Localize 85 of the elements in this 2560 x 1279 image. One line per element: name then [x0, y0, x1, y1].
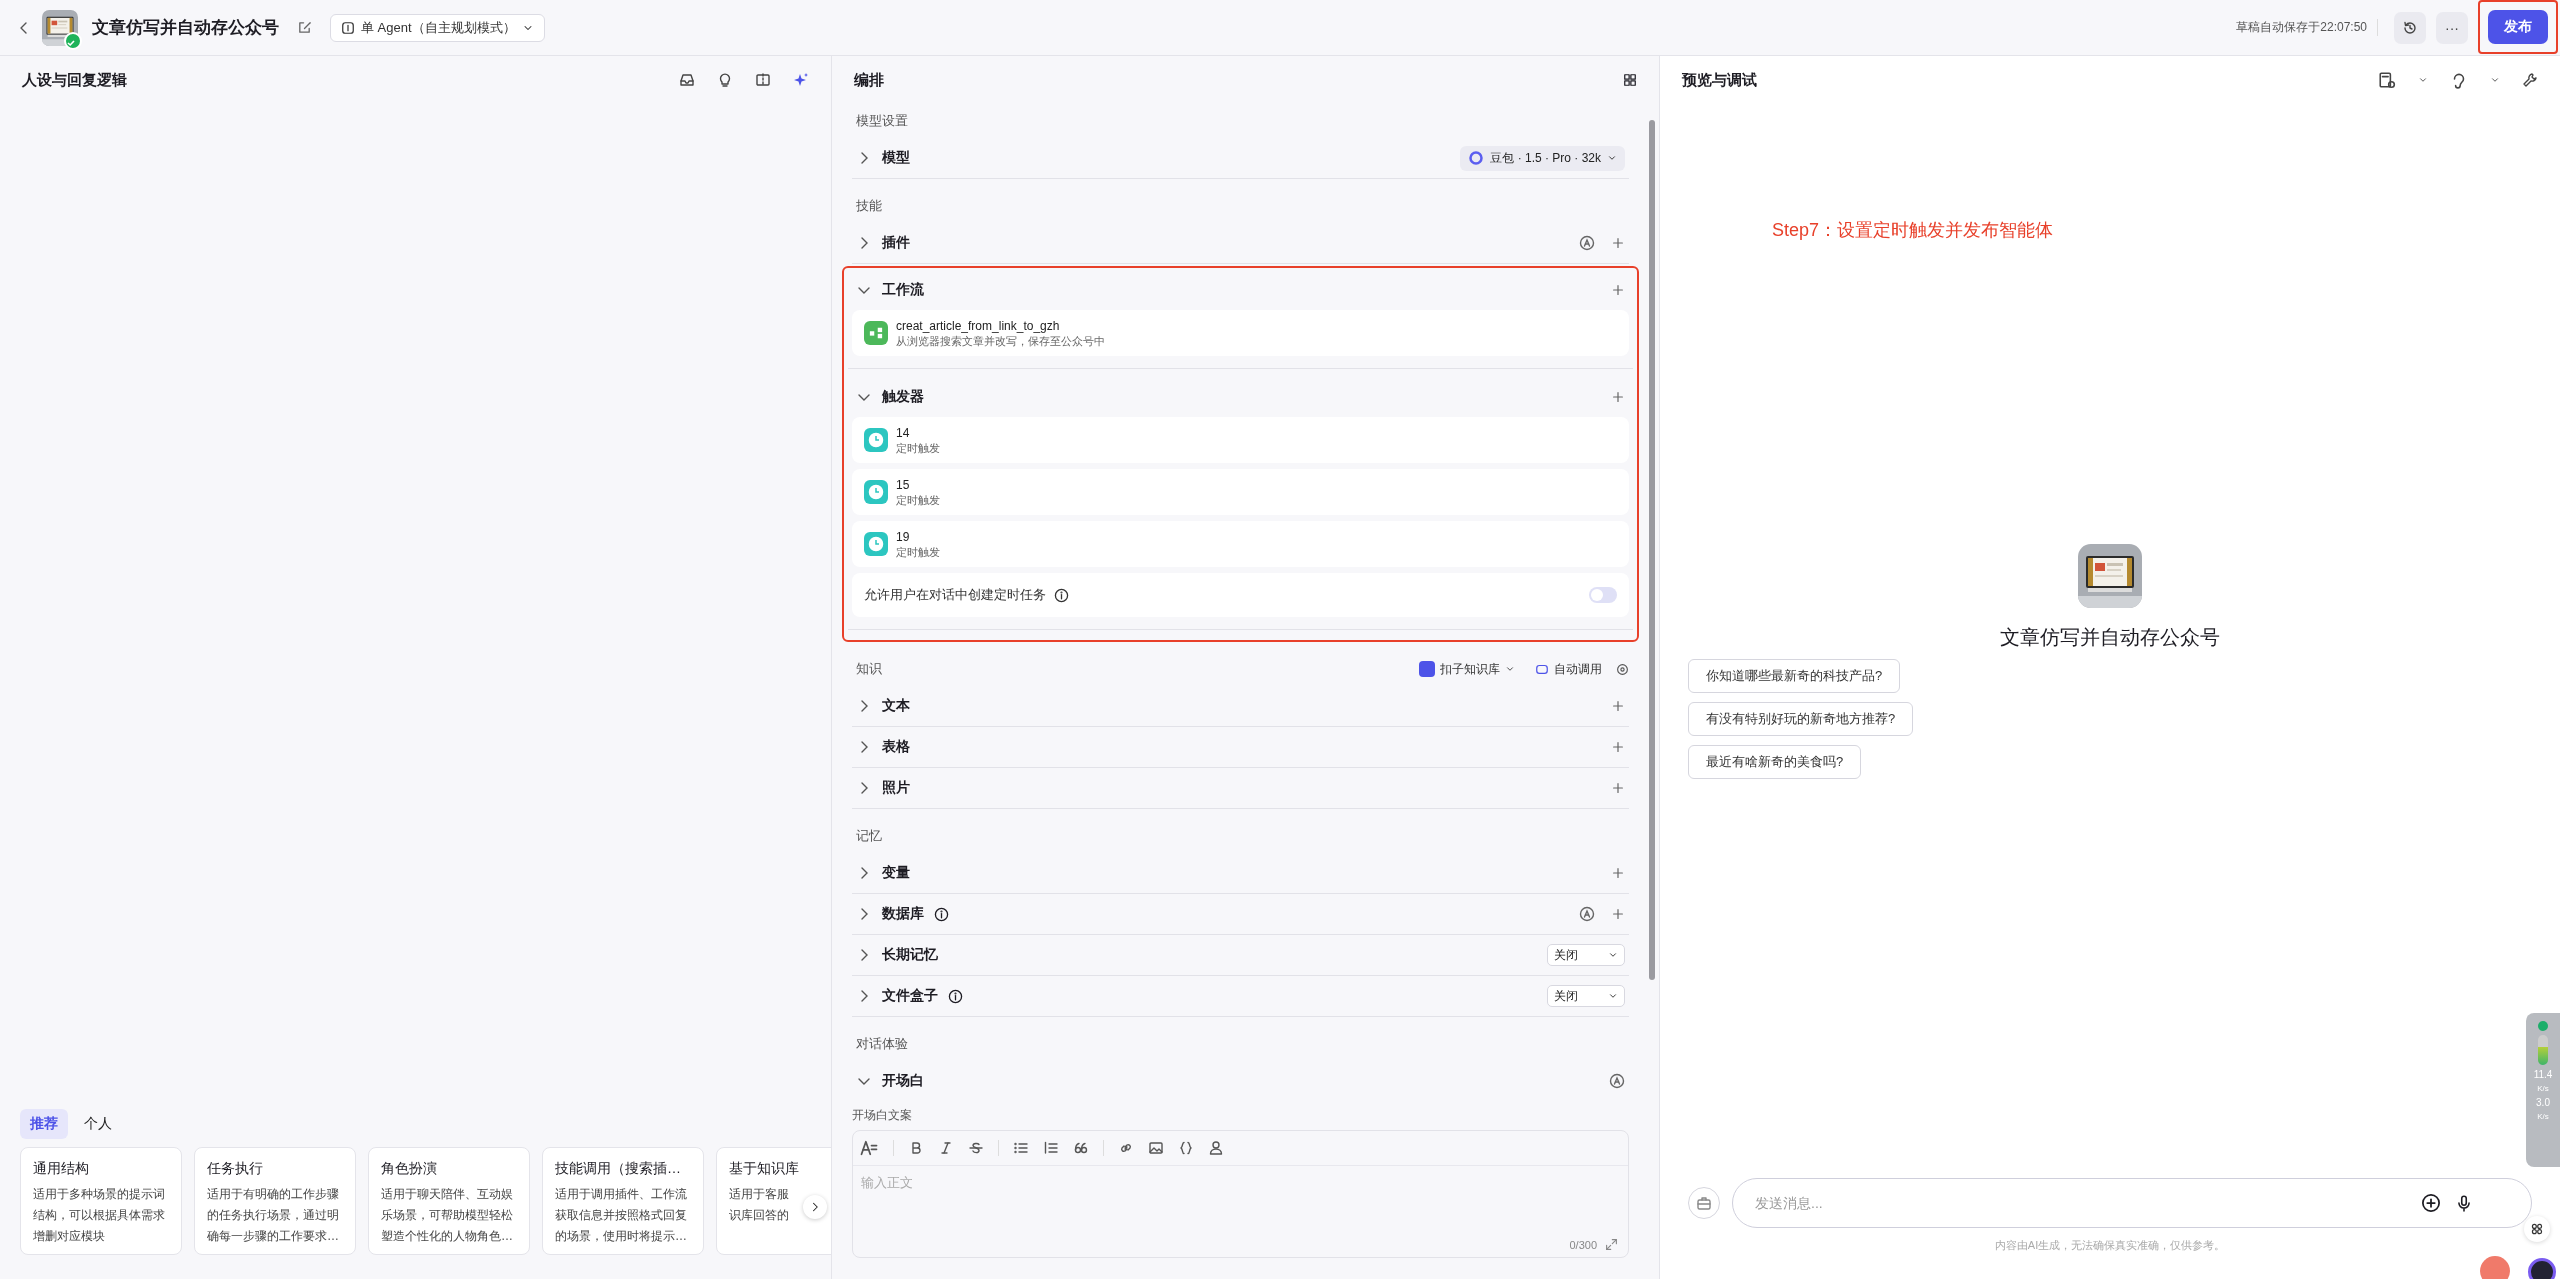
panel-title: 人设与回复逻辑 — [22, 70, 128, 90]
row-label: 触发器 — [882, 388, 924, 406]
panel-title: 编排 — [854, 70, 885, 90]
select-dropdown[interactable]: 关闭 — [1547, 985, 1625, 1007]
entry-name: 19 — [896, 528, 911, 545]
template-description: 适用于调用插件、工作流 — [555, 1186, 687, 1203]
suggested-question[interactable]: 你知道哪些最新奇的科技产品? — [1688, 659, 1901, 693]
trigger-card[interactable]: 19 定时触发 — [852, 521, 1629, 567]
template-title: 角色扮演 — [381, 1160, 438, 1178]
entry-name: 15 — [896, 476, 911, 493]
save-status: 草稿自动保存于22:07:50 — [2236, 19, 2378, 36]
template-title: 任务执行 — [207, 1160, 264, 1178]
row-label: 文本 — [882, 697, 910, 715]
template-description: 结构，可以根据具体需求 — [33, 1207, 165, 1224]
template-description: 适用于多种场景的提示词 — [33, 1186, 165, 1203]
message-bar[interactable]: 发送消息... — [1732, 1178, 2532, 1228]
template-title: 通用结构 — [33, 1160, 90, 1178]
entry-name: 14 — [896, 424, 911, 441]
template-tab[interactable]: 推荐 — [20, 1109, 68, 1139]
speed-unit: K/s — [2537, 1084, 2549, 1093]
bot-name: 文章仿写并自动存公众号 — [2000, 625, 2220, 650]
template-tab[interactable]: 个人 — [74, 1109, 122, 1139]
entry-description: 定时触发 — [896, 544, 940, 560]
entry-name: creat_article_from_link_to_gzh — [896, 317, 1061, 334]
entry-description: 从浏览器搜索文章并改写，保存至公众号中 — [896, 333, 1105, 349]
select-dropdown[interactable]: 关闭 — [1547, 944, 1625, 966]
entry-description: 定时触发 — [896, 492, 940, 508]
trigger-card[interactable]: 15 定时触发 — [852, 469, 1629, 515]
template-description: 识库回答的 — [729, 1207, 789, 1224]
knowledge-source-selector[interactable]: 扣子知识库 — [1413, 659, 1521, 679]
row-label: 工作流 — [882, 281, 924, 299]
row-label: 数据库 — [882, 905, 924, 923]
char-counter: 0/300 — [1569, 1238, 1597, 1251]
row-label: 长期记忆 — [882, 946, 938, 964]
row-label: 变量 — [882, 864, 910, 882]
app-title: 文章仿写并自动存公众号 — [92, 17, 279, 39]
row-label: 模型 — [882, 149, 910, 167]
section-heading: 模型设置 — [856, 112, 909, 130]
more-button[interactable]: ··· — [2436, 11, 2468, 44]
row-label: 插件 — [882, 234, 910, 252]
template-description: 增删对应模块 — [33, 1228, 105, 1245]
speed-unit: K/s — [2537, 1112, 2549, 1121]
field-label: 开场白文案 — [852, 1107, 913, 1124]
input-field[interactable]: 输入正文 — [853, 1166, 1628, 1238]
template-title: 技能调用（搜索插… — [555, 1160, 682, 1178]
entry-description: 定时触发 — [896, 440, 940, 456]
suggested-question[interactable]: 有没有特别好玩的新奇地方推荐? — [1688, 702, 1914, 736]
publish-button[interactable]: 发布 — [2488, 10, 2548, 44]
suggested-question[interactable]: 最近有啥新奇的美食吗? — [1688, 745, 1862, 779]
template-card[interactable]: 角色扮演 适用于聊天陪伴、互动娱 乐场景，可帮助模型轻松 塑造个性化的人物角色… — [368, 1147, 530, 1255]
template-description: 适用于有明确的工作步骤 — [207, 1186, 339, 1203]
section-heading: 技能 — [856, 197, 883, 215]
mode-selector[interactable]: 单 Agent（自主规划模式） — [330, 13, 545, 42]
toggle-label: 允许用户在对话中创建定时任务 — [864, 586, 1046, 604]
template-title: 基于知识库 — [729, 1160, 800, 1178]
template-description: 确每一步骤的工作要求… — [207, 1228, 339, 1245]
workflow-card[interactable]: creat_article_from_link_to_gzh 从浏览器搜索文章并改写，保存至公众号中 — [852, 310, 1629, 356]
annotation-text: Step7：设置定时触发并发布智能体 — [1771, 219, 2055, 242]
template-description: 适用于客服 — [729, 1186, 789, 1203]
template-description: 塑造个性化的人物角色… — [381, 1228, 513, 1245]
panel-title: 预览与调试 — [1682, 70, 1758, 90]
section-heading: 知识 — [856, 660, 883, 678]
disclaimer: 内容由AI生成，无法确保真实准确，仅供参考。 — [1993, 1238, 2227, 1253]
template-card[interactable]: 通用结构 适用于多种场景的提示词 结构，可以根据具体需求 增删对应模块 — [20, 1147, 182, 1255]
template-card[interactable]: 任务执行 适用于有明确的工作步骤 的任务执行场景，通过明 确每一步骤的工作要求… — [194, 1147, 356, 1255]
template-card[interactable]: 基于知识库 适用于客服 识库回答的 — [716, 1147, 831, 1255]
template-description: 适用于聊天陪伴、互动娱 — [381, 1186, 513, 1203]
trigger-card[interactable]: 14 定时触发 — [852, 417, 1629, 463]
upload-speed: 11.4 — [2533, 1069, 2553, 1080]
model-selector[interactable]: 豆包 · 1.5 · Pro · 32k — [1460, 145, 1625, 171]
template-description: 的任务执行场景，通过明 — [207, 1207, 339, 1224]
template-description: 获取信息并按照格式回复 — [555, 1207, 687, 1224]
section-heading: 记忆 — [856, 827, 883, 845]
download-speed: 3.0 — [2536, 1097, 2550, 1108]
template-description: 乐场景，可帮助模型轻松 — [381, 1207, 513, 1224]
section-heading: 对话体验 — [856, 1035, 909, 1053]
call-mode-selector[interactable]: 自动调用 — [1529, 659, 1608, 679]
template-card[interactable]: 技能调用（搜索插… 适用于调用插件、工作流 获取信息并按照格式回复 的场景，使用时将提示… — [542, 1147, 704, 1255]
message-input[interactable]: 发送消息... — [1753, 1194, 2407, 1212]
rich-text-editor[interactable]: 输入正文 0/300 — [852, 1130, 1629, 1258]
row-label: 开场白 — [882, 1072, 924, 1090]
row-label: 照片 — [882, 779, 910, 797]
row-label: 文件盒子 — [882, 987, 938, 1005]
template-description: 的场景，使用时将提示… — [555, 1228, 687, 1245]
row-label: 表格 — [882, 738, 910, 756]
